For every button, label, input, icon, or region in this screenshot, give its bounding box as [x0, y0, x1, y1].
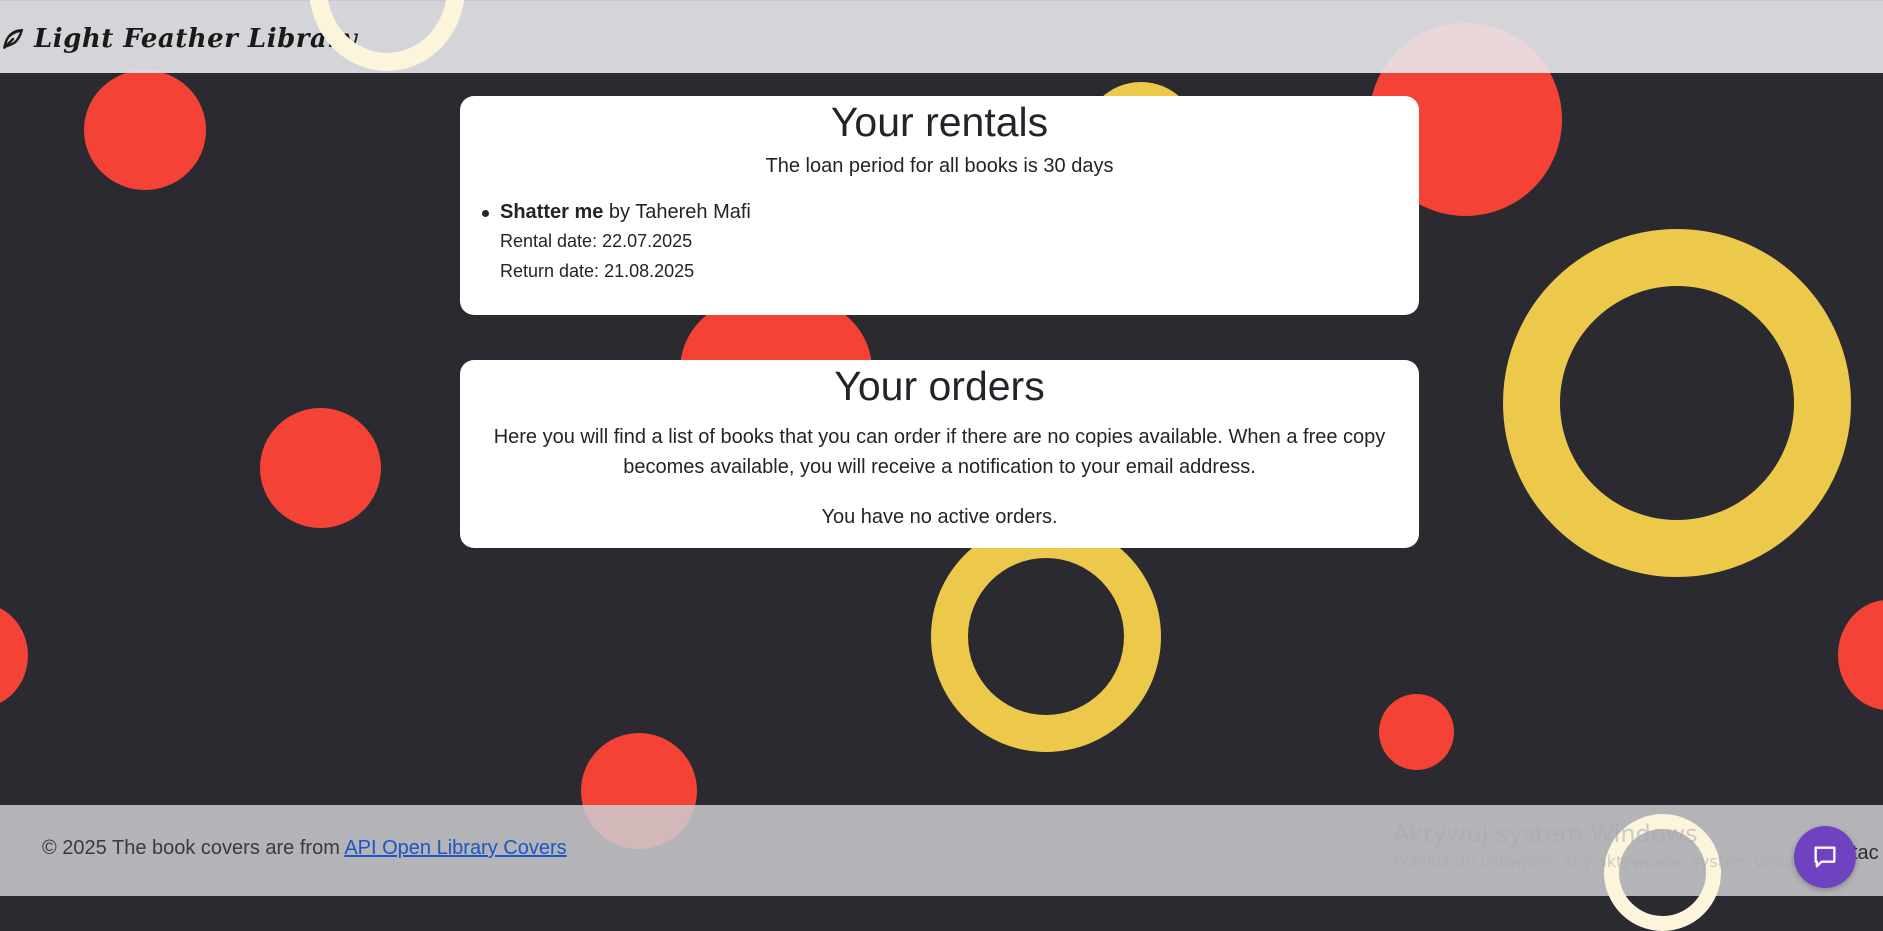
decorative-circle — [0, 603, 28, 708]
book-title: Shatter me — [500, 201, 604, 223]
brand-logo-link[interactable]: Light Feather Library — [0, 19, 357, 59]
loan-period-text: The loan period for all books is 30 days — [765, 155, 1114, 177]
rental-list: Shatter me by Tahereh Mafi Rental date: … — [460, 198, 1419, 286]
orders-heading: Your orders — [834, 363, 1045, 409]
windows-activation-watermark: Aktywuj system Windows Przejdź do ustawi… — [1393, 820, 1831, 871]
rental-item: Shatter me by Tahereh Mafi Rental date: … — [482, 198, 1419, 286]
copyright-text: © 2025 The book covers are from — [42, 837, 345, 859]
decorative-circle — [84, 70, 206, 190]
book-author: by Tahereh Mafi — [603, 201, 751, 223]
decorative-ring — [931, 521, 1161, 752]
watermark-subtitle: Przejdź do ustawień, aby aktywować syste… — [1393, 852, 1831, 871]
decorative-circle — [1379, 694, 1454, 770]
chat-icon — [1814, 846, 1836, 868]
footer-copyright: © 2025 The book covers are from API Open… — [42, 837, 567, 860]
rental-date: Rental date: 22.07.2025 — [500, 231, 693, 251]
contact-link-partial[interactable]: tac — [1852, 842, 1879, 865]
decorative-ring — [1503, 229, 1851, 577]
chat-button[interactable] — [1794, 826, 1856, 888]
rentals-card: Your rentals The loan period for all boo… — [460, 96, 1419, 315]
open-library-covers-link[interactable]: API Open Library Covers — [344, 837, 566, 859]
decorative-circle — [1838, 600, 1883, 710]
brand-name: Light Feather Library — [34, 24, 358, 54]
watermark-title: Aktywuj system Windows — [1393, 820, 1698, 848]
rentals-heading: Your rentals — [830, 99, 1049, 145]
feather-icon — [3, 28, 24, 49]
orders-card: Your orders Here you will find a list of… — [460, 360, 1419, 548]
top-navbar: Light Feather Library — [0, 0, 1883, 73]
decorative-circle — [260, 408, 381, 528]
no-orders-message: You have no active orders. — [821, 506, 1058, 528]
orders-intro-text: Here you will find a list of books that … — [493, 426, 1386, 478]
return-date: Return date: 21.08.2025 — [500, 261, 695, 281]
